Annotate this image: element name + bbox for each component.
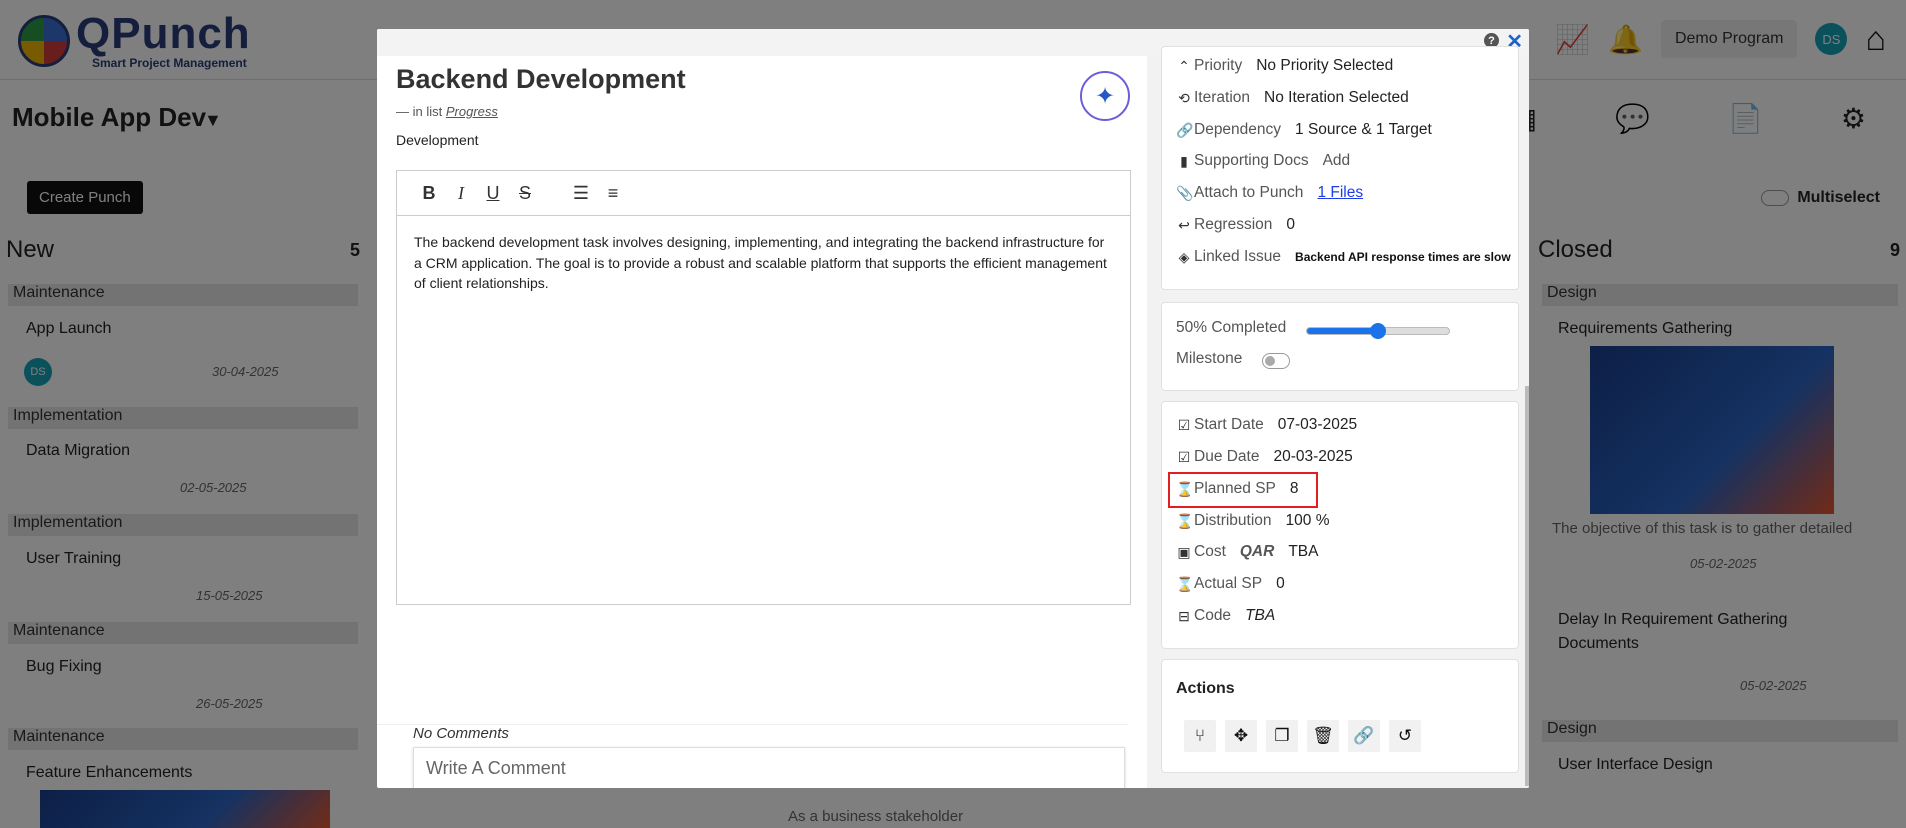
supporting-docs-label: Supporting Docs	[1194, 152, 1309, 169]
actions-title: Actions	[1176, 680, 1235, 697]
task-title[interactable]: Backend Development	[396, 64, 686, 95]
code-row[interactable]: ⊟ Code TBA	[1176, 607, 1275, 625]
strikethrough-icon[interactable]: S	[509, 183, 541, 204]
link-icon: 🔗	[1176, 121, 1194, 138]
distribution-value[interactable]: 100 %	[1286, 512, 1330, 530]
underline-icon[interactable]: U	[477, 183, 509, 204]
due-date-value[interactable]: 20-03-2025	[1273, 448, 1352, 466]
regression-value[interactable]: 0	[1286, 216, 1295, 234]
due-date-row[interactable]: ☑ Due Date 20-03-2025	[1176, 448, 1353, 466]
actual-sp-row[interactable]: ⌛ Actual SP 0	[1176, 575, 1285, 593]
planned-sp-label: Planned SP	[1194, 480, 1276, 497]
list-breadcrumb: — in list Progress	[396, 104, 498, 119]
properties-panel: ⌃ Priority No Priority Selected ⟲ Iterat…	[1161, 46, 1519, 290]
planned-sp-row[interactable]: ⌛ Planned SP 8	[1176, 480, 1299, 498]
detail-left-pane: Backend Development — in list Progress D…	[377, 56, 1147, 788]
comments-section: No Comments Write A Comment	[377, 724, 1128, 788]
in-list-prefix: — in list	[396, 104, 443, 119]
milestone-toggle[interactable]	[1262, 353, 1290, 369]
no-comments-label: No Comments	[413, 725, 509, 742]
start-date-value[interactable]: 07-03-2025	[1278, 416, 1357, 434]
progress-label: 50% Completed	[1176, 319, 1287, 336]
priority-value[interactable]: No Priority Selected	[1256, 57, 1393, 75]
task-category: Development	[396, 132, 479, 148]
actions-panel: Actions ⑂ ✥ ❐ 🗑 🔗 ↺	[1161, 659, 1519, 773]
cost-currency[interactable]: QAR	[1240, 543, 1274, 561]
ordered-list-icon[interactable]: ☰	[565, 183, 597, 204]
dependency-label: Dependency	[1194, 121, 1282, 138]
description-editor[interactable]: B I U S ☰ ≡ The backend development task…	[396, 170, 1131, 605]
progress-slider[interactable]	[1306, 323, 1450, 339]
linked-issue-label: Linked Issue	[1194, 248, 1282, 265]
trash-icon[interactable]: 🗑	[1307, 720, 1339, 752]
regression-row[interactable]: ↩ Regression 0	[1176, 216, 1295, 234]
linked-issue-value[interactable]: Backend API response times are slow	[1295, 250, 1511, 264]
priority-label: Priority	[1194, 57, 1243, 74]
start-date-row[interactable]: ☑ Start Date 07-03-2025	[1176, 416, 1357, 434]
scrollbar[interactable]	[1525, 386, 1529, 786]
paperclip-icon: 📎	[1176, 184, 1194, 201]
schedule-panel: ☑ Start Date 07-03-2025 ☑ Due Date 20-03…	[1161, 401, 1519, 649]
basket-icon: ⊟	[1178, 607, 1190, 624]
punch-detail-modal: ? ✕ Backend Development — in list Progre…	[377, 29, 1529, 788]
planned-sp-value[interactable]: 8	[1290, 480, 1299, 498]
progress-slider-fill	[1307, 328, 1378, 334]
ai-assist-sparkle-icon[interactable]: ✦	[1080, 71, 1130, 121]
priority-row[interactable]: ⌃ Priority No Priority Selected	[1176, 57, 1393, 75]
hourglass-icon: ⌛	[1176, 575, 1194, 592]
comment-input[interactable]: Write A Comment	[413, 747, 1125, 788]
cost-label: Cost	[1194, 543, 1226, 560]
supporting-docs-row[interactable]: ▮ Supporting Docs Add	[1176, 152, 1350, 170]
attach-row[interactable]: 📎 Attach to Punch 1 Files	[1176, 184, 1363, 202]
iteration-cycle-icon: ⟲	[1178, 89, 1190, 106]
calendar-check-icon: ☑	[1177, 416, 1191, 433]
link-icon[interactable]: 🔗	[1348, 720, 1380, 752]
split-icon[interactable]: ⑂	[1184, 720, 1216, 752]
iteration-value[interactable]: No Iteration Selected	[1264, 89, 1409, 107]
iteration-label: Iteration	[1194, 89, 1251, 106]
list-link[interactable]: Progress	[446, 104, 498, 119]
start-date-label: Start Date	[1194, 416, 1264, 433]
progress-slider-thumb[interactable]	[1370, 323, 1386, 339]
iteration-row[interactable]: ⟲ Iteration No Iteration Selected	[1176, 89, 1409, 107]
editor-toolbar: B I U S ☰ ≡	[397, 171, 1130, 216]
milestone-label: Milestone	[1176, 350, 1243, 367]
italic-icon[interactable]: I	[445, 183, 477, 204]
code-label: Code	[1194, 607, 1232, 624]
progress-panel: 50% Completed Milestone	[1161, 302, 1519, 391]
supporting-docs-add[interactable]: Add	[1323, 152, 1351, 170]
file-icon: ▮	[1180, 152, 1188, 169]
attach-files-link[interactable]: 1 Files	[1317, 184, 1363, 202]
dependency-row[interactable]: 🔗 Dependency 1 Source & 1 Target	[1176, 121, 1432, 139]
regression-reply-icon: ↩	[1178, 216, 1190, 233]
cube-icon: ◈	[1178, 248, 1190, 265]
bullet-list-icon[interactable]: ≡	[597, 183, 629, 204]
distribution-row[interactable]: ⌛ Distribution 100 %	[1176, 512, 1329, 530]
hourglass-icon: ⌛	[1176, 480, 1194, 497]
calendar-check-icon: ☑	[1177, 448, 1191, 465]
linked-issue-row[interactable]: ◈ Linked Issue Backend API response time…	[1176, 248, 1511, 266]
money-icon: ▣	[1177, 543, 1191, 560]
distribution-label: Distribution	[1194, 512, 1272, 529]
move-arrows-icon[interactable]: ✥	[1225, 720, 1257, 752]
cost-row[interactable]: ▣ Cost QAR TBA	[1176, 543, 1318, 561]
code-value[interactable]: TBA	[1245, 607, 1275, 625]
due-date-label: Due Date	[1194, 448, 1260, 465]
dependency-value[interactable]: 1 Source & 1 Target	[1295, 121, 1432, 139]
history-icon[interactable]: ↺	[1389, 720, 1421, 752]
regression-label: Regression	[1194, 216, 1273, 233]
priority-chevrons-icon: ⌃	[1178, 57, 1190, 74]
attach-label: Attach to Punch	[1194, 184, 1304, 201]
cost-value[interactable]: TBA	[1288, 543, 1318, 561]
hourglass-icon: ⌛	[1176, 512, 1194, 529]
description-text[interactable]: The backend development task involves de…	[397, 216, 1130, 310]
detail-right-pane: ⌃ Priority No Priority Selected ⟲ Iterat…	[1147, 46, 1529, 788]
actual-sp-value[interactable]: 0	[1276, 575, 1285, 593]
actual-sp-label: Actual SP	[1194, 575, 1263, 592]
copy-icon[interactable]: ❐	[1266, 720, 1298, 752]
bold-icon[interactable]: B	[413, 183, 445, 204]
